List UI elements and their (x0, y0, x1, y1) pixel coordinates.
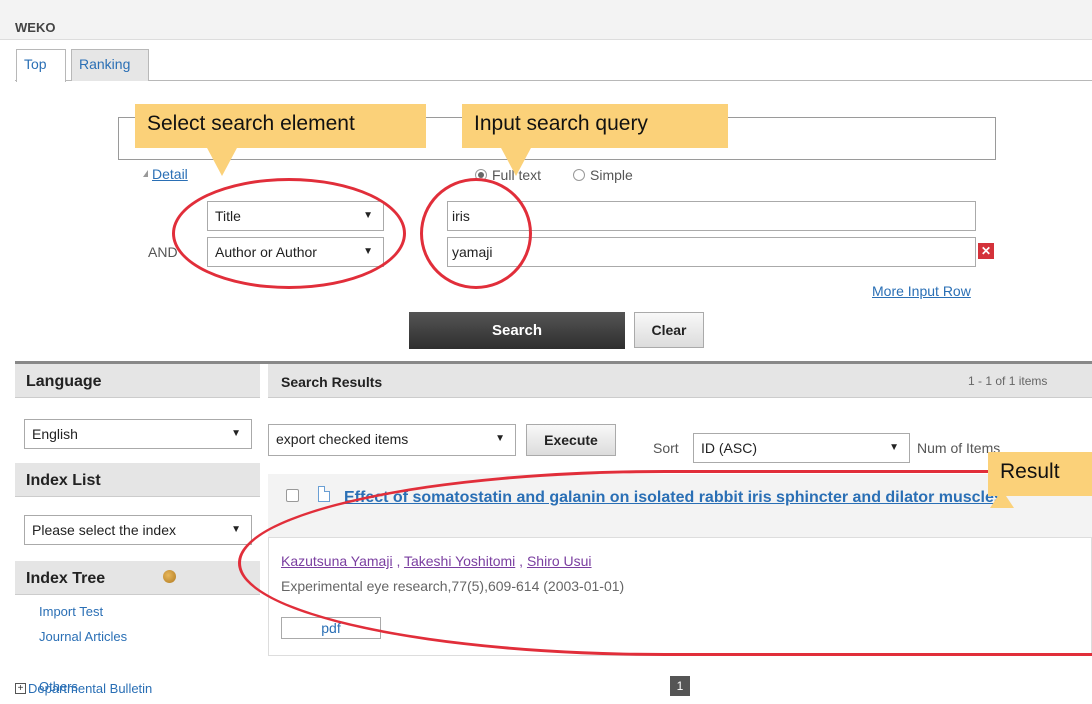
app-brand: WEKO (15, 20, 56, 35)
annotation-ellipse-query (420, 178, 532, 289)
sort-label: Sort (653, 440, 679, 456)
tab-divider (15, 80, 1092, 81)
remove-row-icon[interactable]: ✕ (978, 243, 994, 259)
tab-ranking[interactable]: Ranking (71, 49, 149, 81)
language-value: English (32, 426, 78, 442)
collapse-arrow-icon (143, 170, 148, 177)
language-select[interactable]: English ▼ (24, 419, 252, 449)
export-select[interactable]: export checked items ▼ (268, 424, 516, 456)
callout-select-element: Select search element (135, 104, 426, 148)
callout-tail (500, 146, 532, 176)
more-input-row-link[interactable]: More Input Row (872, 283, 971, 299)
annotation-ellipse-select (172, 178, 406, 289)
results-count: 1 - 1 of 1 items (968, 374, 1048, 388)
dropdown-arrow-icon: ▼ (495, 433, 505, 444)
index-list-select[interactable]: Please select the index ▼ (24, 515, 252, 545)
tree-item-import-test[interactable]: Import Test (39, 604, 103, 619)
sort-select[interactable]: ID (ASC) ▼ (693, 433, 910, 463)
simple-radio-label: Simple (590, 167, 633, 183)
app-header (0, 0, 1092, 40)
index-list-heading: Index List (15, 463, 260, 497)
result-checkbox[interactable] (286, 489, 299, 502)
callout-tail (206, 146, 238, 176)
tree-item-journal-articles[interactable]: Journal Articles (39, 629, 127, 644)
gear-icon[interactable] (163, 570, 176, 583)
tab-top[interactable]: Top (16, 49, 66, 82)
search-button[interactable]: Search (409, 312, 625, 349)
execute-button[interactable]: Execute (526, 424, 616, 456)
clear-button[interactable]: Clear (634, 312, 704, 348)
dropdown-arrow-icon: ▼ (231, 524, 241, 535)
annotation-ellipse-result (238, 470, 1092, 656)
callout-result: Result (988, 452, 1092, 496)
callout-input-query: Input search query (462, 104, 728, 148)
export-value: export checked items (276, 431, 409, 447)
results-heading: Search Results (281, 374, 383, 390)
language-heading: Language (15, 364, 260, 398)
dropdown-arrow-icon: ▼ (889, 442, 899, 453)
simple-radio[interactable] (573, 169, 585, 181)
index-list-value: Please select the index (32, 522, 176, 538)
document-icon (318, 486, 330, 502)
pagination-page[interactable]: 1 (670, 676, 690, 696)
sort-value: ID (ASC) (701, 440, 757, 456)
tree-item-others[interactable]: Others (39, 679, 78, 694)
index-tree-heading: Index Tree (15, 561, 260, 595)
detail-search-link[interactable]: Detail (152, 166, 188, 182)
dropdown-arrow-icon: ▼ (231, 428, 241, 439)
expand-plus-icon[interactable]: + (15, 683, 26, 694)
row-connector-label: AND (148, 244, 178, 260)
